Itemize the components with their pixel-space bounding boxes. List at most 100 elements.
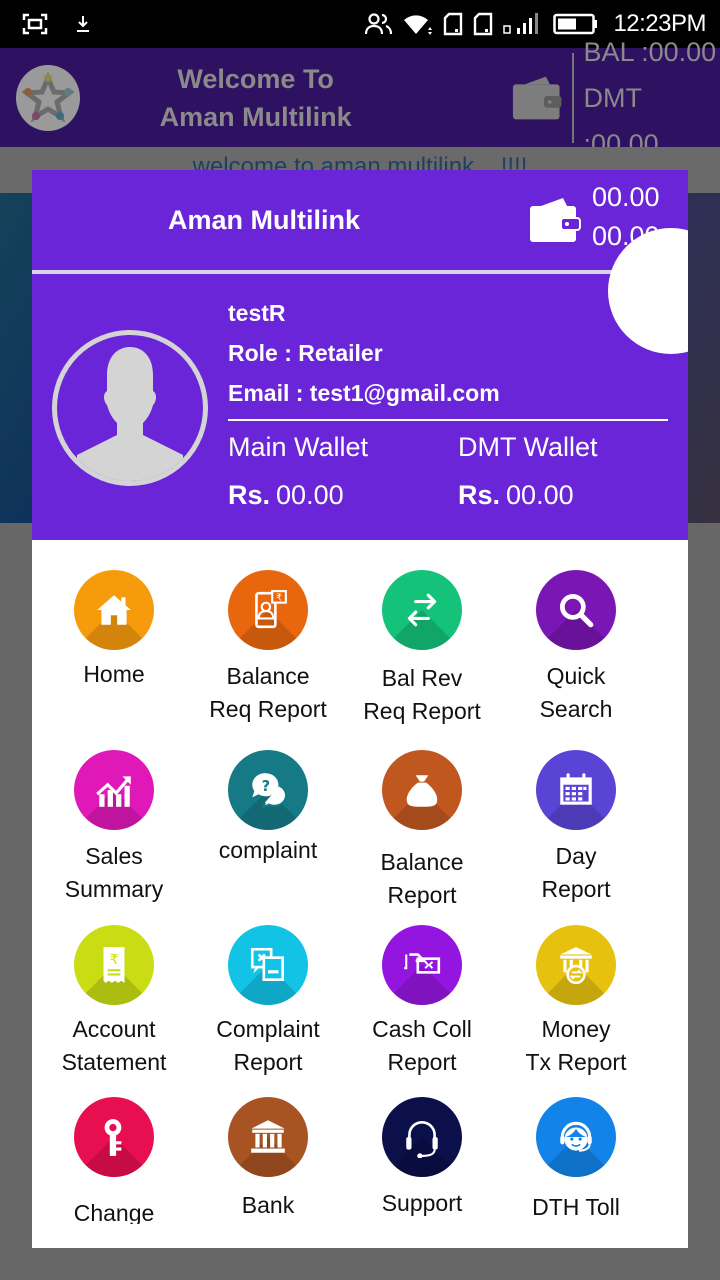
menu-item-balance-report[interactable]: Balance Report — [340, 750, 504, 912]
menu-item-label: Support — [381, 1190, 463, 1216]
menu-icon-circle — [382, 570, 462, 650]
menu-item-balance-req-report[interactable]: ₹ Balance Req Report — [186, 570, 350, 726]
divider — [571, 52, 574, 143]
menu-item-quick-search[interactable]: Quick Search — [494, 570, 658, 726]
menu-item-dth-toll-free[interactable]: DTH Toll Free — [494, 1097, 658, 1224]
menu-item-label: Account Statement — [61, 1016, 167, 1075]
menu-icon-circle — [74, 570, 154, 650]
key-icon — [104, 1119, 122, 1156]
dialog-title: Aman Multilink — [168, 204, 361, 235]
avatar[interactable] — [52, 330, 208, 486]
profile-role: Role : Retailer — [228, 340, 383, 366]
menu-item-label: Bal Rev Req Report — [363, 665, 481, 724]
menu-item-money-tx-report[interactable]: Money Tx Report — [494, 925, 658, 1079]
app-header: Welcome To Aman Multilink BAL :00.00 DMT… — [0, 37, 720, 159]
menu-icon-circle: ₹ — [228, 570, 308, 650]
star-people-logo-icon — [22, 71, 75, 122]
app-title: Welcome To Aman Multilink — [159, 63, 352, 132]
menu-item-label: Balance Req Report — [209, 663, 327, 722]
question-chat-icon: ? — [252, 773, 288, 809]
menu-item-label: Sales Summary — [64, 843, 164, 902]
menu-icon-circle — [74, 750, 154, 830]
menu-item-label: Change Password — [73, 1200, 155, 1224]
dmt-wallet-label: DMT Wallet — [458, 432, 598, 462]
menu-icon-circle — [74, 1097, 154, 1177]
main-wallet-label: Main Wallet — [228, 432, 369, 462]
dialog-header: Aman Multilink 00.00 00.00 — [32, 170, 688, 270]
menu-item-label: Complaint Report — [216, 1016, 320, 1075]
svg-text:₹: ₹ — [110, 952, 119, 968]
download-icon — [76, 15, 90, 33]
profile-name: testR — [228, 300, 286, 326]
sim1-icon — [443, 12, 463, 36]
main-wallet-value: Rs. 00.00 — [228, 480, 344, 510]
bank-transfer-icon — [560, 947, 592, 985]
complaint-report-icon — [250, 947, 285, 982]
money-bag-icon — [406, 775, 438, 807]
menu-icon-circle — [536, 570, 616, 650]
balance-summary: BAL :00.00 DMT :00.00 — [584, 29, 720, 167]
menu-item-support[interactable]: Support — [340, 1097, 504, 1220]
app-logo — [16, 64, 81, 131]
bal-value: BAL :00.00 — [583, 36, 717, 67]
menu-item-label: Cash Coll Report — [372, 1016, 472, 1075]
menu-icon-circle — [536, 1097, 616, 1177]
dmt-wallet-value: Rs. 00.00 — [458, 480, 574, 510]
home-icon — [97, 595, 131, 625]
divider — [228, 419, 668, 421]
headset-icon — [406, 1120, 438, 1158]
menu-item-complaint-report[interactable]: Complaint Report — [186, 925, 350, 1079]
search-icon — [559, 593, 594, 628]
menu-item-label: complaint — [218, 837, 318, 863]
menu-item-label: Money Tx Report — [525, 1016, 627, 1075]
agent-icon — [560, 1121, 592, 1152]
menu-item-label: Quick Search — [539, 663, 613, 722]
wallet-amount-main: 00.00 — [592, 182, 660, 212]
profile-card: testR Role : Retailer Email : test1@gmai… — [32, 228, 688, 540]
svg-text:₹: ₹ — [276, 593, 282, 604]
wallet-icon[interactable] — [511, 74, 565, 122]
menu-item-sales-summary[interactable]: Sales Summary — [32, 750, 196, 906]
calendar-icon — [560, 773, 592, 805]
contacts-icon — [365, 13, 393, 35]
menu-item-bal-rev-req-report[interactable]: Bal Rev Req Report — [340, 570, 504, 728]
profile-email: Email : test1@gmail.com — [228, 380, 500, 406]
menu-icon-circle: ? — [228, 750, 308, 830]
menu-icon-circle — [536, 925, 616, 1005]
menu-icon-circle — [382, 1097, 462, 1177]
receipt-icon: ₹ — [103, 947, 125, 983]
signal-icon — [503, 12, 543, 36]
menu-item-label: Home — [83, 661, 145, 687]
screenshot-icon — [22, 13, 48, 35]
menu-icon-circle — [382, 925, 462, 1005]
menu-icon-circle — [228, 925, 308, 1005]
menu-icon-circle: ₹ — [74, 925, 154, 1005]
menu-dialog: Aman Multilink 00.00 00.00 testR Role : — [32, 170, 688, 1248]
bank-icon — [251, 1120, 285, 1153]
menu-item-label: Day Report — [541, 843, 611, 902]
cash-collection-icon — [404, 953, 441, 974]
menu-item-label: Balance Report — [380, 849, 464, 908]
wifi-icon — [403, 12, 433, 36]
menu-item-label: Bank Account — [241, 1192, 295, 1218]
svg-text:?: ? — [262, 778, 271, 795]
menu-item-change-password[interactable]: Change Password — [32, 1097, 196, 1224]
menu-icon-circle — [536, 750, 616, 830]
menu-grid: Home ₹ Balance Req Report Bal Rev Req Repor… — [32, 540, 688, 1224]
menu-item-bank-account[interactable]: Bank Account — [186, 1097, 350, 1224]
menu-item-day-report[interactable]: Day Report — [494, 750, 658, 906]
user-silhouette-icon — [77, 347, 183, 481]
menu-item-complaint[interactable]: ? complaint — [186, 750, 350, 867]
sim2-icon — [473, 12, 493, 36]
menu-item-home[interactable]: Home — [32, 570, 196, 691]
pencil-icon — [682, 238, 688, 282]
menu-item-cash-coll-report[interactable]: Cash Coll Report — [340, 925, 504, 1079]
balance-request-icon: ₹ — [255, 590, 287, 629]
wallet-icon[interactable] — [529, 196, 581, 244]
menu-item-label: DTH Toll Free — [532, 1194, 620, 1220]
menu-item-account-statement[interactable]: ₹ Account Statement — [32, 925, 196, 1079]
sales-chart-icon — [96, 776, 131, 807]
menu-icon-circle — [228, 1097, 308, 1177]
transfer-arrows-icon — [407, 593, 437, 627]
menu-icon-circle — [382, 750, 462, 830]
